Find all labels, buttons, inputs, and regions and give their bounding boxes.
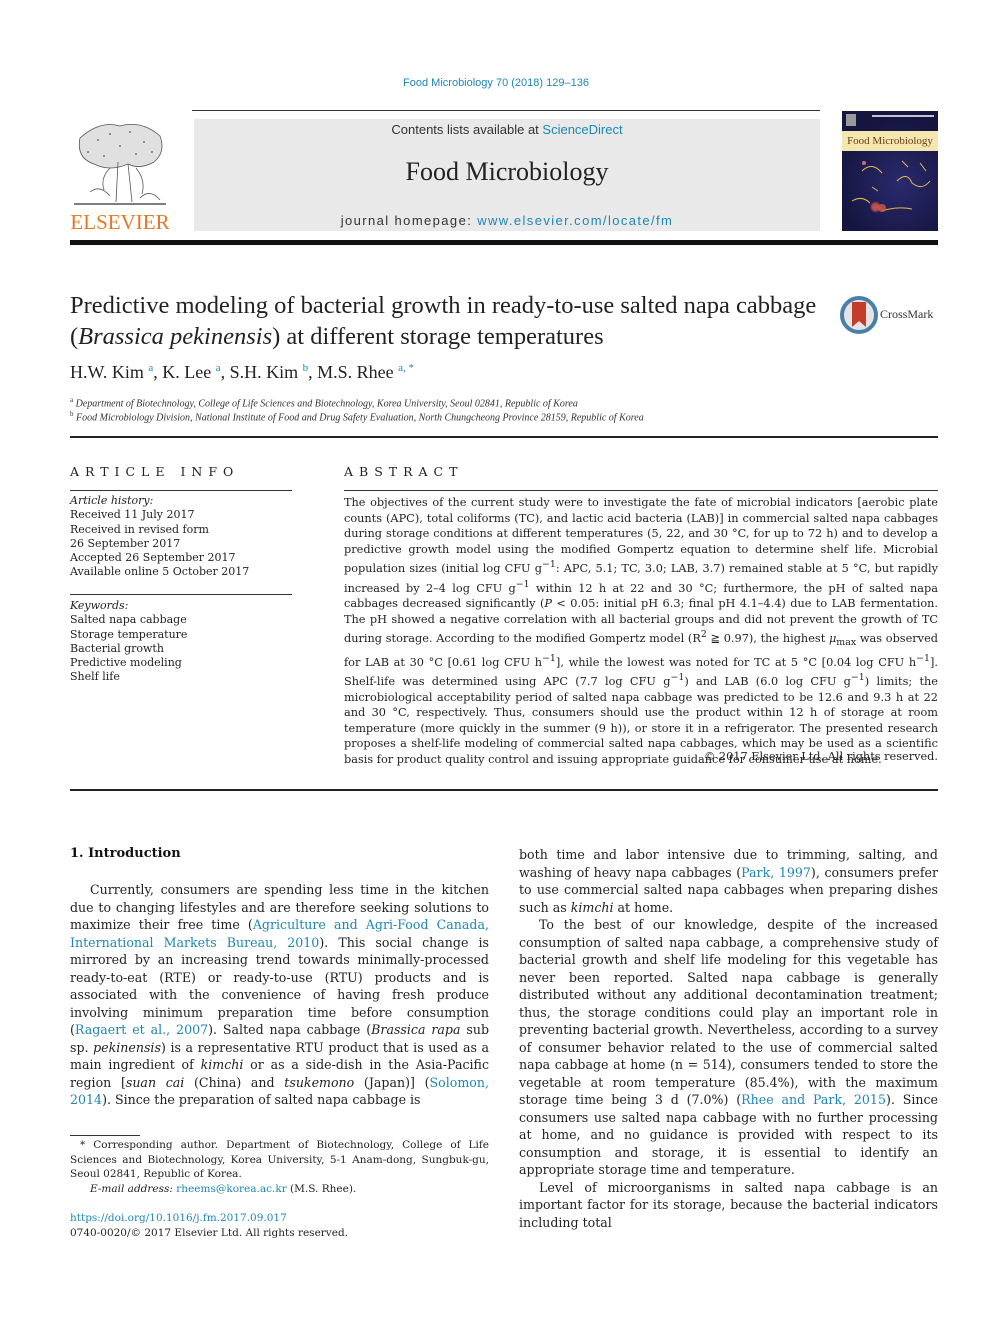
corresponding-author-footnote: * Corresponding author. Department of Bi… <box>70 1138 489 1196</box>
history-item: Available online 5 October 2017 <box>70 565 250 579</box>
affiliation-text: Department of Biotechnology, College of … <box>75 398 578 410</box>
article-title: Predictive modeling of bacterial growth … <box>70 290 830 352</box>
contents-line: Contents lists available at ScienceDirec… <box>194 122 820 137</box>
paragraph: Level of microorganisms in salted napa c… <box>519 1179 938 1230</box>
abstract-heading: ABSTRACT <box>344 464 464 479</box>
crossmark-icon <box>840 296 878 334</box>
citation-link[interactable]: Park, 1997 <box>741 865 811 880</box>
sciencedirect-link[interactable]: ScienceDirect <box>542 122 622 137</box>
history-item: Accepted 26 September 2017 <box>70 551 236 565</box>
title-text-end: ) at different storage temperatures <box>272 323 604 350</box>
cover-artwork-icon <box>846 114 934 212</box>
keywords-divider <box>70 594 292 595</box>
history-item: 26 September 2017 <box>70 536 181 550</box>
keyword-item: Shelf life <box>70 670 120 684</box>
author[interactable]: M.S. Rhee <box>317 362 394 382</box>
author[interactable]: K. Lee <box>162 362 211 382</box>
journal-reference-link[interactable]: Food Microbiology 70 (2018) 129–136 <box>0 77 992 89</box>
journal-title: Food Microbiology <box>405 157 609 186</box>
paragraph: both time and labor intensive due to tri… <box>519 847 939 915</box>
email-link[interactable]: rheems@korea.ac.kr <box>176 1183 286 1195</box>
article-history: Article history: Received 11 July 2017 R… <box>70 494 292 580</box>
cover-title: Food Microbiology <box>842 131 938 151</box>
keyword-item: Bacterial growth <box>70 641 164 655</box>
author-list: H.W. Kim a, K. Lee a, S.H. Kim b, M.S. R… <box>70 362 415 382</box>
author[interactable]: S.H. Kim <box>230 362 299 382</box>
author-affiliation-mark[interactable]: a, * <box>398 362 414 374</box>
article-info-divider <box>70 490 292 491</box>
paragraph: To the best of our knowledge, despite of… <box>519 917 938 1177</box>
elsevier-logo[interactable]: ELSEVIER <box>68 118 172 234</box>
keyword-item: Predictive modeling <box>70 656 182 670</box>
homepage-line: journal homepage: www.elsevier.com/locat… <box>194 213 820 228</box>
header-thick-divider <box>70 240 938 245</box>
keyword-item: Salted napa cabbage <box>70 613 187 627</box>
journal-homepage-link[interactable]: www.elsevier.com/locate/fm <box>477 213 673 228</box>
abstract-bottom-divider <box>70 789 938 791</box>
author-affiliation-mark[interactable]: a <box>216 362 221 374</box>
elsevier-tree-icon <box>74 123 166 205</box>
journal-banner: Contents lists available at ScienceDirec… <box>194 119 820 231</box>
header-divider <box>192 110 820 111</box>
crossmark-button[interactable]: CrossMark <box>840 296 940 336</box>
homepage-prefix: journal homepage: <box>340 213 478 228</box>
author[interactable]: H.W. Kim <box>70 362 144 382</box>
crossmark-label: CrossMark <box>880 307 934 321</box>
paragraph: Currently, consumers are spending less t… <box>70 882 490 1107</box>
elsevier-wordmark: ELSEVIER <box>70 210 170 234</box>
issn-copyright: 0740-0020/© 2017 Elsevier Ltd. All right… <box>70 1227 349 1239</box>
history-item: Received in revised form <box>70 522 209 536</box>
corresponding-author-text: * Corresponding author. Department of Bi… <box>70 1139 489 1180</box>
body-column-left: Currently, consumers are spending less t… <box>70 881 489 1109</box>
keyword-item: Storage temperature <box>70 627 188 641</box>
title-divider <box>70 436 938 438</box>
keywords-label: Keywords: <box>70 599 129 612</box>
abstract-copyright: © 2017 Elsevier Ltd. All rights reserved… <box>704 750 938 763</box>
abstract-body: The objectives of the current study were… <box>344 496 939 766</box>
affiliation: a Department of Biotechnology, College o… <box>70 396 578 409</box>
doi-link[interactable]: https://doi.org/10.1016/j.fm.2017.09.017 <box>70 1212 287 1224</box>
email-label: E-mail address: <box>90 1182 177 1195</box>
article-history-label: Article history: <box>70 494 154 507</box>
keywords: Keywords: Salted napa cabbage Storage te… <box>70 599 292 685</box>
section-heading-introduction: 1. Introduction <box>70 846 181 861</box>
affiliation-mark: a <box>70 396 74 404</box>
citation-link[interactable]: Rhee and Park, 2015 <box>741 1092 886 1107</box>
email-suffix: (M.S. Rhee). <box>286 1182 357 1195</box>
doi-block: https://doi.org/10.1016/j.fm.2017.09.017… <box>70 1211 348 1241</box>
author-affiliation-mark[interactable]: a <box>148 362 153 374</box>
contents-prefix: Contents lists available at <box>391 122 543 137</box>
body-column-right: both time and labor intensive due to tri… <box>519 846 938 1231</box>
affiliation-text: Food Microbiology Division, National Ins… <box>76 412 644 424</box>
title-species: Brassica pekinensis <box>78 323 273 350</box>
abstract-divider <box>344 490 938 491</box>
citation-link[interactable]: Ragaert et al., 2007 <box>75 1022 208 1037</box>
article-info-heading: ARTICLE INFO <box>70 464 240 479</box>
footnote-divider <box>70 1135 140 1136</box>
history-item: Received 11 July 2017 <box>70 508 195 522</box>
affiliation-mark: b <box>70 410 74 418</box>
affiliation: b Food Microbiology Division, National I… <box>70 410 644 423</box>
email-line: E-mail address: rheems@korea.ac.kr (M.S.… <box>70 1182 489 1197</box>
journal-cover-image[interactable]: Food Microbiology <box>842 111 938 231</box>
author-affiliation-mark[interactable]: b <box>303 362 309 374</box>
